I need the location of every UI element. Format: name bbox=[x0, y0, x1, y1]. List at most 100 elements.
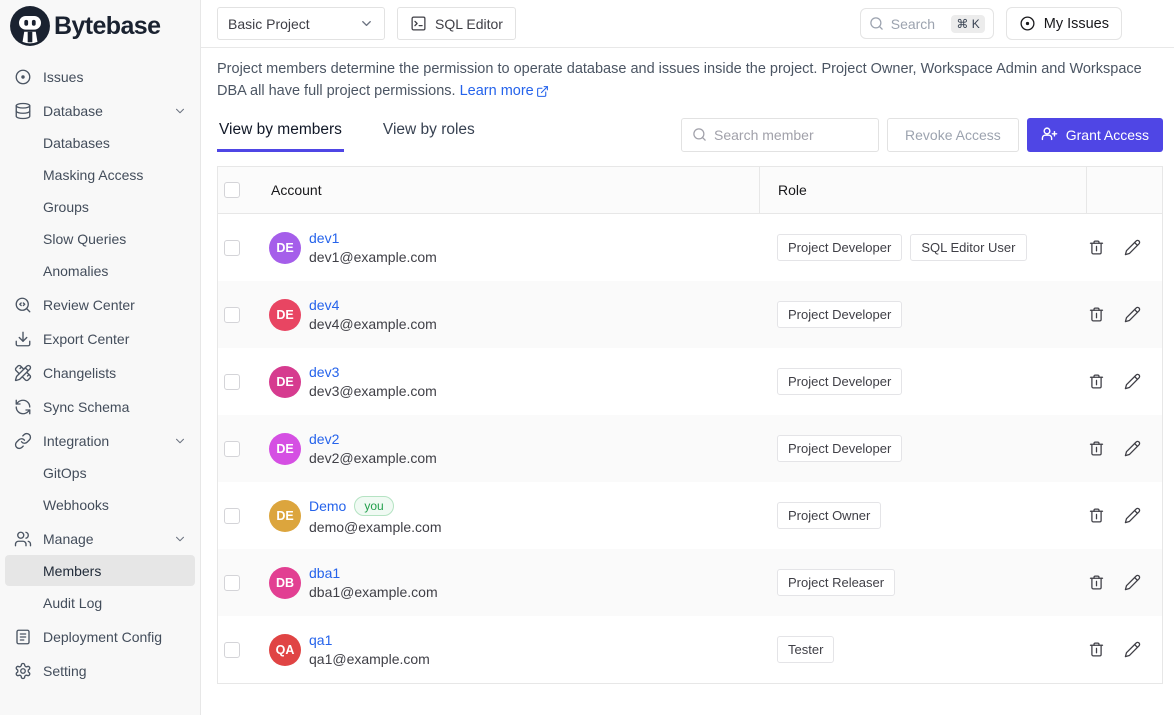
account-cell: DE dev4 dev4@example.com bbox=[266, 297, 759, 332]
edit-member-button[interactable] bbox=[1124, 641, 1141, 658]
edit-member-button[interactable] bbox=[1124, 574, 1141, 591]
delete-member-button[interactable] bbox=[1088, 306, 1105, 323]
sidebar-item-groups[interactable]: Groups bbox=[5, 191, 195, 222]
select-all-checkbox[interactable] bbox=[224, 182, 240, 198]
members-table-body: DE dev1 dev1@example.com Project Develop… bbox=[218, 214, 1162, 683]
member-name-link[interactable]: dba1 bbox=[309, 565, 340, 581]
sidebar-item-review-center[interactable]: Review Center bbox=[5, 289, 195, 320]
edit-member-button[interactable] bbox=[1124, 306, 1141, 323]
member-name-link[interactable]: qa1 bbox=[309, 632, 332, 648]
tab-view-by-members[interactable]: View by members bbox=[217, 117, 344, 152]
row-checkbox[interactable] bbox=[224, 508, 240, 524]
sidebar-item-changelists[interactable]: Changelists bbox=[5, 357, 195, 388]
sidebar-item-databases[interactable]: Databases bbox=[5, 127, 195, 158]
page-description-text: Project members determine the permission… bbox=[217, 61, 1142, 99]
role-cell: Project Developer bbox=[759, 301, 1086, 328]
controls-row: View by members View by roles Search mem… bbox=[217, 117, 1163, 152]
delete-member-button[interactable] bbox=[1088, 373, 1105, 390]
member-name-link[interactable]: Demo bbox=[309, 498, 346, 514]
project-select[interactable]: Basic Project bbox=[217, 7, 385, 40]
circle-dot-icon bbox=[14, 68, 32, 86]
sidebar-item-label: Webhooks bbox=[43, 497, 109, 513]
user-avatar[interactable]: DE bbox=[1134, 10, 1162, 38]
delete-member-button[interactable] bbox=[1088, 574, 1105, 591]
sidebar-item-webhooks[interactable]: Webhooks bbox=[5, 489, 195, 520]
column-header-role: Role bbox=[759, 167, 1086, 213]
sidebar-nav: Issues Database Databases Masking Access Gro… bbox=[0, 52, 200, 686]
my-issues-button[interactable]: My Issues bbox=[1006, 7, 1122, 40]
settings-icon bbox=[14, 662, 32, 680]
search-member-placeholder: Search member bbox=[714, 127, 814, 143]
sidebar-item-members[interactable]: Members bbox=[5, 555, 195, 586]
role-chip: Project Developer bbox=[777, 301, 902, 328]
search-member-input[interactable]: Search member bbox=[681, 118, 879, 152]
delete-member-button[interactable] bbox=[1088, 239, 1105, 256]
chevron-down-icon bbox=[359, 16, 374, 31]
delete-member-button[interactable] bbox=[1088, 440, 1105, 457]
edit-member-button[interactable] bbox=[1124, 239, 1141, 256]
role-cell: Project Owner bbox=[759, 502, 1086, 529]
role-chip: Project Developer bbox=[777, 435, 902, 462]
member-name-link[interactable]: dev4 bbox=[309, 297, 339, 313]
sidebar-item-masking-access[interactable]: Masking Access bbox=[5, 159, 195, 190]
sidebar-item-deployment-config[interactable]: Deployment Config bbox=[5, 621, 195, 652]
learn-more-link[interactable]: Learn more bbox=[460, 81, 549, 103]
sidebar-item-label: Deployment Config bbox=[43, 629, 162, 645]
terminal-icon bbox=[410, 15, 427, 32]
member-name-link[interactable]: dev2 bbox=[309, 431, 339, 447]
sidebar-item-setting[interactable]: Setting bbox=[5, 655, 195, 686]
sidebar-item-label: Manage bbox=[43, 531, 94, 547]
role-chip: Project Releaser bbox=[777, 569, 895, 596]
role-cell: Project Developer bbox=[759, 368, 1086, 395]
table-row: DE dev4 dev4@example.com Project Develop… bbox=[218, 281, 1162, 348]
sidebar-item-label: Database bbox=[43, 103, 103, 119]
revoke-access-button[interactable]: Revoke Access bbox=[887, 118, 1019, 152]
grant-access-button[interactable]: Grant Access bbox=[1027, 118, 1163, 152]
delete-member-button[interactable] bbox=[1088, 507, 1105, 524]
sidebar-item-label: Members bbox=[43, 563, 101, 579]
table-row: DE dev3 dev3@example.com Project Develop… bbox=[218, 348, 1162, 415]
page-description: Project members determine the permission… bbox=[217, 59, 1163, 102]
member-email: demo@example.com bbox=[309, 519, 442, 535]
member-name-link[interactable]: dev3 bbox=[309, 364, 339, 380]
sidebar-item-label: Audit Log bbox=[43, 595, 102, 611]
tab-view-by-roles[interactable]: View by roles bbox=[381, 117, 477, 152]
row-checkbox[interactable] bbox=[224, 642, 240, 658]
row-checkbox[interactable] bbox=[224, 307, 240, 323]
sidebar: Bytebase Issues Database Databases Masking … bbox=[0, 0, 201, 715]
sidebar-item-anomalies[interactable]: Anomalies bbox=[5, 255, 195, 286]
sidebar-item-gitops[interactable]: GitOps bbox=[5, 457, 195, 488]
sidebar-item-slow-queries[interactable]: Slow Queries bbox=[5, 223, 195, 254]
member-name-link[interactable]: dev1 bbox=[309, 230, 339, 246]
row-checkbox[interactable] bbox=[224, 441, 240, 457]
sidebar-item-label: Masking Access bbox=[43, 167, 143, 183]
sidebar-item-issues[interactable]: Issues bbox=[5, 61, 195, 92]
sidebar-item-audit-log[interactable]: Audit Log bbox=[5, 587, 195, 618]
actions-cell bbox=[1086, 440, 1162, 457]
edit-member-button[interactable] bbox=[1124, 440, 1141, 457]
avatar: DE bbox=[269, 366, 301, 398]
edit-member-button[interactable] bbox=[1124, 507, 1141, 524]
actions-cell bbox=[1086, 574, 1162, 591]
sidebar-item-manage[interactable]: Manage bbox=[5, 523, 195, 554]
account-cell: DE dev3 dev3@example.com bbox=[266, 364, 759, 399]
row-checkbox[interactable] bbox=[224, 575, 240, 591]
sidebar-item-sync-schema[interactable]: Sync Schema bbox=[5, 391, 195, 422]
account-cell: DB dba1 dba1@example.com bbox=[266, 565, 759, 600]
sidebar-item-database[interactable]: Database bbox=[5, 95, 195, 126]
row-checkbox[interactable] bbox=[224, 240, 240, 256]
sql-editor-button[interactable]: SQL Editor bbox=[397, 7, 516, 40]
actions-cell bbox=[1086, 641, 1162, 658]
global-search-label: Search bbox=[891, 16, 935, 32]
delete-member-button[interactable] bbox=[1088, 641, 1105, 658]
bytebase-logo[interactable]: Bytebase bbox=[0, 0, 200, 52]
sidebar-item-export-center[interactable]: Export Center bbox=[5, 323, 195, 354]
row-checkbox[interactable] bbox=[224, 374, 240, 390]
edit-member-button[interactable] bbox=[1124, 373, 1141, 390]
avatar: QA bbox=[269, 634, 301, 666]
user-plus-icon bbox=[1041, 126, 1058, 143]
sidebar-item-integration[interactable]: Integration bbox=[5, 425, 195, 456]
actions-cell bbox=[1086, 239, 1162, 256]
role-chip: Tester bbox=[777, 636, 834, 663]
global-search-button[interactable]: Search ⌘ K bbox=[860, 8, 994, 39]
